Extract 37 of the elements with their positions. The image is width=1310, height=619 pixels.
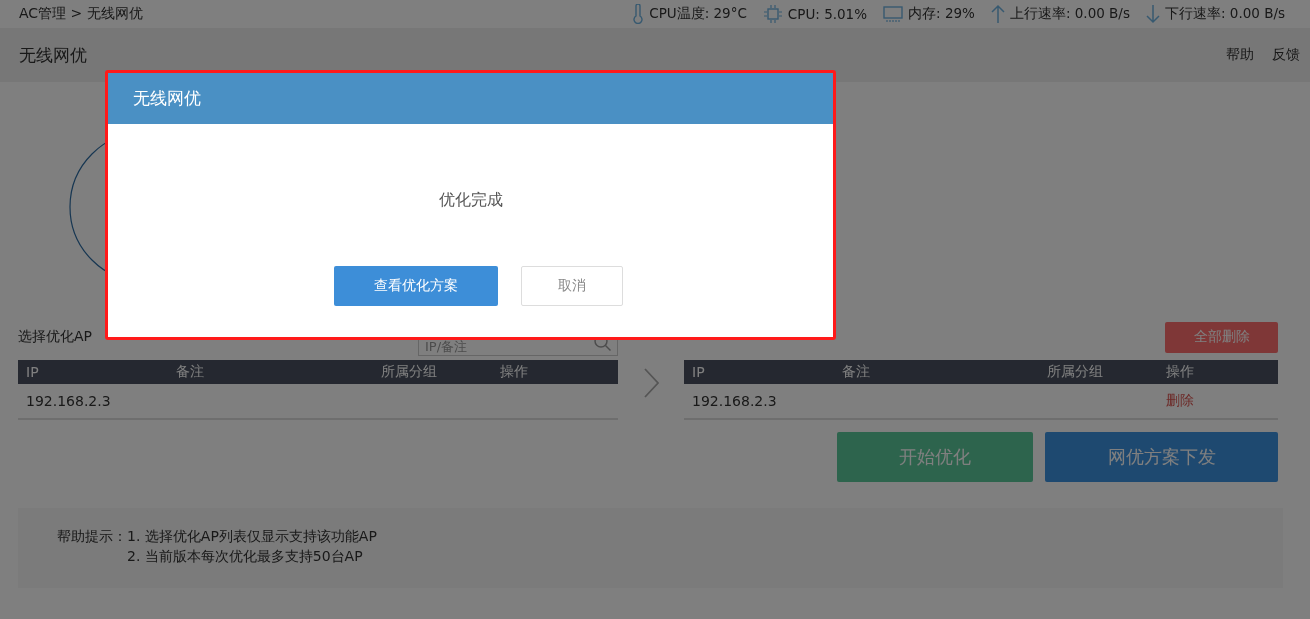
delete-all-button[interactable]: 全部删除 xyxy=(1165,321,1278,353)
breadcrumb: AC管理 > 无线网优 xyxy=(19,5,143,23)
column-header: 备注 xyxy=(842,363,871,381)
column-header: IP xyxy=(692,364,706,380)
header-link[interactable]: 反馈 xyxy=(1272,46,1300,64)
help-text: 2. 当前版本每次优化最多支持50台AP xyxy=(127,548,364,566)
view-plan-button[interactable]: 查看优化方案 xyxy=(333,266,498,306)
status-text: 上行速率: 0.00 B/s xyxy=(1009,5,1130,23)
chevron-right-icon[interactable] xyxy=(643,368,659,398)
chip-icon xyxy=(762,4,783,24)
status-text: 内存: 29% xyxy=(908,5,975,23)
dialog-message: 优化完成 xyxy=(438,190,503,211)
column-header: IP xyxy=(26,364,40,380)
column-header: 备注 xyxy=(176,363,205,381)
column-header: 操作 xyxy=(1166,363,1195,381)
arrow-up-icon xyxy=(990,4,1005,24)
header-link[interactable]: 帮助 xyxy=(1226,46,1254,64)
status-text: 下行速率: 0.00 B/s xyxy=(1164,5,1285,23)
dialog-title: 无线网优 xyxy=(133,87,201,110)
status-text: CPU: 5.01% xyxy=(787,6,868,22)
column-header: 所属分组 xyxy=(381,363,438,381)
action-button[interactable]: 网优方案下发 xyxy=(1045,432,1278,482)
help-text: 1. 选择优化AP列表仅显示支持该功能AP xyxy=(127,528,377,546)
action-button[interactable]: 开始优化 xyxy=(837,432,1033,482)
page-title: 无线网优 xyxy=(19,43,87,67)
cancel-button[interactable]: 取消 xyxy=(520,266,623,306)
memory-icon xyxy=(883,5,904,23)
help-label: 帮助提示： xyxy=(57,528,127,546)
table-cell: 192.168.2.3 xyxy=(692,393,777,409)
thermometer-icon xyxy=(632,4,645,24)
panel-title: 选择优化AP xyxy=(18,328,93,346)
delete-link[interactable]: 删除 xyxy=(1166,392,1194,408)
table-cell: 192.168.2.3 xyxy=(26,393,111,409)
column-header: 所属分组 xyxy=(1047,363,1104,381)
arrow-down-icon xyxy=(1145,4,1160,24)
column-header: 操作 xyxy=(500,363,529,381)
status-text: CPU温度: 29°C xyxy=(649,5,747,23)
